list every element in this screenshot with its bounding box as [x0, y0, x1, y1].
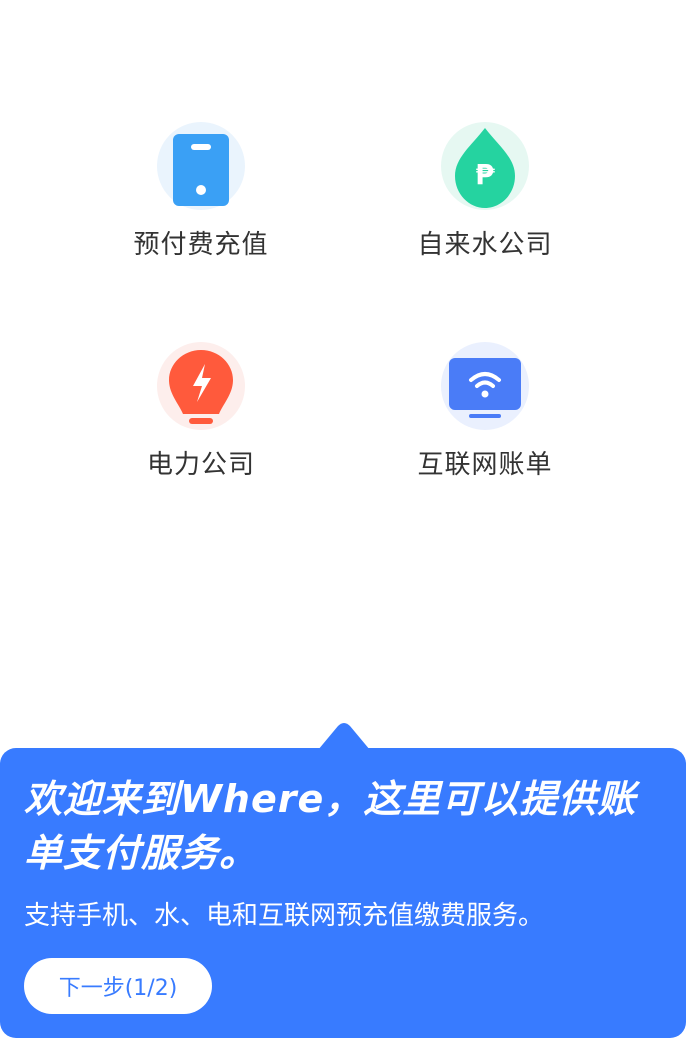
- tooltip-arrow: [318, 723, 370, 750]
- service-internet-bill[interactable]: 互联网账单: [385, 342, 585, 481]
- service-label: 自来水公司: [417, 230, 553, 260]
- guide-title: 欢迎来到Where，这里可以提供账单支付服务。: [24, 777, 637, 875]
- service-label: 互联网账单: [417, 450, 553, 480]
- lightbulb-bolt-icon: [157, 342, 245, 430]
- wifi-monitor-icon: [441, 342, 529, 430]
- guide-description: 支持手机、水、电和互联网预充值缴费服务。: [24, 901, 545, 931]
- prepaid-card-icon: [157, 122, 245, 210]
- service-label: 预付费充值: [133, 230, 269, 260]
- service-water-company[interactable]: ₱ 自来水公司: [385, 122, 585, 261]
- service-power-company[interactable]: 电力公司: [101, 342, 301, 481]
- svg-text:₱: ₱: [475, 158, 495, 191]
- service-prepaid-recharge[interactable]: 预付费充值: [101, 122, 301, 261]
- service-label: 电力公司: [146, 450, 255, 480]
- water-drop-icon: ₱: [441, 122, 529, 210]
- next-step-button[interactable]: 下一步(1/2): [24, 958, 212, 1014]
